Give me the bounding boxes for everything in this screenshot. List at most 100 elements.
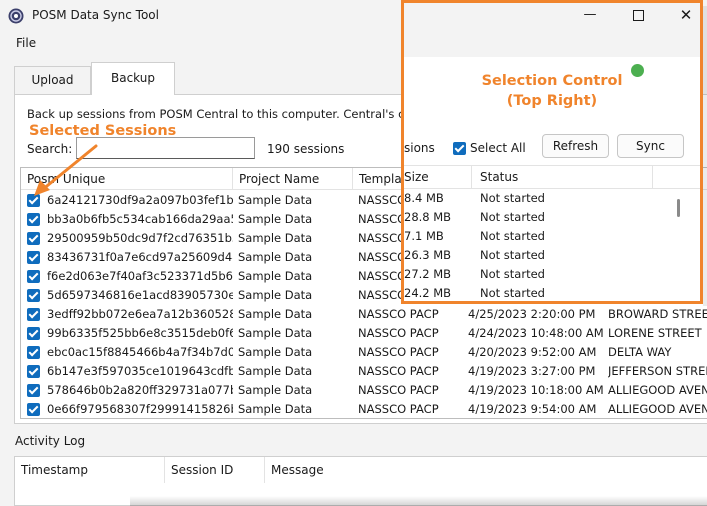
table-row[interactable]: ebc0ac15f8845466b4a7f34b7d041... Sample D… bbox=[21, 343, 707, 362]
cell-size: 28.8 MB bbox=[404, 210, 452, 224]
row-checkbox[interactable] bbox=[27, 251, 40, 264]
annotation-arrow-icon bbox=[34, 144, 98, 196]
vertical-scrollbar[interactable] bbox=[677, 199, 680, 217]
callout-title-bar: — ✕ bbox=[404, 3, 700, 29]
cell-status: Not started bbox=[480, 229, 545, 243]
cell-posm-unique: 6b147e3f597035ce1019643cdfb5f... bbox=[47, 364, 233, 378]
row-checkbox[interactable] bbox=[27, 403, 40, 416]
sync-button[interactable]: Sync bbox=[617, 134, 684, 158]
cell-status: Not started bbox=[480, 210, 545, 224]
cell-status: Not started bbox=[480, 248, 545, 262]
column-header-project-name[interactable]: Project Name bbox=[233, 168, 353, 190]
session-count: 190 sessions bbox=[267, 142, 345, 156]
row-checkbox[interactable] bbox=[27, 270, 40, 283]
cell-size: 8.4 MB bbox=[404, 191, 444, 205]
cell-template: NASSCO PACP bbox=[358, 364, 439, 378]
activity-column-session-id[interactable]: Session ID bbox=[165, 457, 265, 483]
cell-size: 27.2 MB bbox=[404, 267, 452, 281]
table-row[interactable]: 578646b0b2a820ff329731a077b45... Sample D… bbox=[21, 381, 707, 400]
cell-template: NASSCO PACP bbox=[358, 307, 439, 321]
column-header-status[interactable]: Status bbox=[480, 166, 518, 188]
table-row[interactable]: 99b6335f525bb6e8c3515deb0f64... Sample Da… bbox=[21, 324, 707, 343]
callout-body: sions Select All Refresh Sync Size Statu… bbox=[404, 125, 700, 301]
callout-table-row[interactable]: 28.8 MB Not started bbox=[404, 208, 700, 227]
cell-project-name: Sample Data bbox=[238, 345, 313, 359]
cell-street: ALLIEGOOD AVENUE bbox=[608, 383, 707, 397]
cell-project-name: Sample Data bbox=[238, 193, 313, 207]
callout-table-row[interactable]: 27.2 MB Not started bbox=[404, 265, 700, 284]
annotation-selected-sessions: Selected Sessions bbox=[29, 123, 177, 139]
cell-project-name: Sample Data bbox=[238, 326, 313, 340]
callout-title: Selection Control (Top Right) bbox=[404, 71, 700, 111]
select-all-label[interactable]: Select All bbox=[470, 141, 526, 155]
select-all-checkbox[interactable] bbox=[453, 142, 466, 155]
cell-template: NASSCO PACP bbox=[358, 326, 439, 340]
table-row[interactable]: 0e66f979568307f29991415826b8c... Sample D… bbox=[21, 400, 707, 418]
callout-table-body: 8.4 MB Not started 28.8 MB Not started 7.1 M… bbox=[404, 189, 700, 301]
column-divider bbox=[652, 166, 653, 188]
cell-street: DELTA WAY bbox=[608, 345, 672, 359]
cell-status: Not started bbox=[480, 191, 545, 205]
cell-size: 24.2 MB bbox=[404, 286, 452, 300]
callout-menu-strip bbox=[404, 29, 700, 77]
cell-project-name: Sample Data bbox=[238, 288, 313, 302]
cell-posm-unique: 3edff92bb072e6ea7a12b360528a9... bbox=[47, 307, 233, 321]
callout-table-row[interactable]: 26.3 MB Not started bbox=[404, 246, 700, 265]
cell-date: 4/19/2023 3:27:00 PM bbox=[468, 364, 596, 378]
cell-project-name: Sample Data bbox=[238, 402, 313, 416]
close-icon[interactable]: ✕ bbox=[678, 7, 694, 23]
callout-sessions-fragment: sions bbox=[404, 141, 435, 155]
table-row[interactable]: 6b147e3f597035ce1019643cdfb5f... Sample D… bbox=[21, 362, 707, 381]
cell-street: ALLIEGOOD AVENUE bbox=[608, 402, 707, 416]
refresh-button[interactable]: Refresh bbox=[542, 134, 609, 158]
callout-table-header: Size Status bbox=[404, 165, 700, 189]
cell-project-name: Sample Data bbox=[238, 212, 313, 226]
row-checkbox[interactable] bbox=[27, 346, 40, 359]
cell-date: 4/19/2023 10:18:00 AM bbox=[468, 383, 603, 397]
tab-upload[interactable]: Upload bbox=[14, 66, 91, 94]
cell-size: 7.1 MB bbox=[404, 229, 444, 243]
cell-posm-unique: 0e66f979568307f29991415826b8c... bbox=[47, 402, 233, 416]
row-checkbox[interactable] bbox=[27, 365, 40, 378]
cell-date: 4/24/2023 10:48:00 AM bbox=[468, 326, 603, 340]
cell-size: 26.3 MB bbox=[404, 248, 452, 262]
activity-log-label: Activity Log bbox=[15, 434, 86, 448]
row-checkbox[interactable] bbox=[27, 384, 40, 397]
tab-backup[interactable]: Backup bbox=[91, 62, 175, 95]
cell-street: JEFFERSON STREET bbox=[608, 364, 707, 378]
cell-project-name: Sample Data bbox=[238, 307, 313, 321]
row-checkbox[interactable] bbox=[27, 308, 40, 321]
cell-posm-unique: 29500959b50dc9d7f2cd76351b5a... bbox=[47, 231, 233, 245]
cell-posm-unique: 5d6597346816e1acd83905730ed2... bbox=[47, 288, 233, 302]
callout-title-line1: Selection Control bbox=[481, 73, 623, 89]
callout-title-line2: (Top Right) bbox=[506, 93, 598, 109]
row-checkbox[interactable] bbox=[27, 327, 40, 340]
row-checkbox[interactable] bbox=[27, 232, 40, 245]
callout-table-row[interactable]: 24.2 MB Not started bbox=[404, 284, 700, 301]
cell-posm-unique: f6e2d063e7f40af3c523371d5b630... bbox=[47, 269, 233, 283]
maximize-icon[interactable] bbox=[630, 7, 646, 23]
app-logo-icon bbox=[8, 8, 24, 24]
cell-template: NASSCO PACP bbox=[358, 345, 439, 359]
window-shadow bbox=[130, 496, 707, 506]
cell-template: NASSCO PACP bbox=[358, 383, 439, 397]
cell-posm-unique: bb3a0b6fb5c534cab166da29aa54... bbox=[47, 212, 233, 226]
cell-posm-unique: 83436731f0a7e6cd97a25609d48ec... bbox=[47, 250, 233, 264]
app-title: POSM Data Sync Tool bbox=[32, 8, 159, 22]
cell-status: Not started bbox=[480, 286, 545, 300]
column-divider bbox=[471, 166, 472, 188]
row-checkbox[interactable] bbox=[27, 213, 40, 226]
table-row[interactable]: 3edff92bb072e6ea7a12b360528a9... Sample D… bbox=[21, 305, 707, 324]
menu-file[interactable]: File bbox=[16, 36, 36, 50]
activity-column-message[interactable]: Message bbox=[265, 457, 465, 483]
callout-table-row[interactable]: 7.1 MB Not started bbox=[404, 227, 700, 246]
cell-project-name: Sample Data bbox=[238, 383, 313, 397]
column-header-size[interactable]: Size bbox=[404, 166, 429, 188]
cell-posm-unique: 578646b0b2a820ff329731a077b45... bbox=[47, 383, 233, 397]
callout-table-row[interactable]: 8.4 MB Not started bbox=[404, 189, 700, 208]
callout-shadow bbox=[703, 6, 707, 306]
activity-column-timestamp[interactable]: Timestamp bbox=[15, 457, 165, 483]
row-checkbox[interactable] bbox=[27, 289, 40, 302]
cell-street: LORENE STREET bbox=[608, 326, 702, 340]
minimize-icon[interactable]: — bbox=[582, 7, 598, 23]
